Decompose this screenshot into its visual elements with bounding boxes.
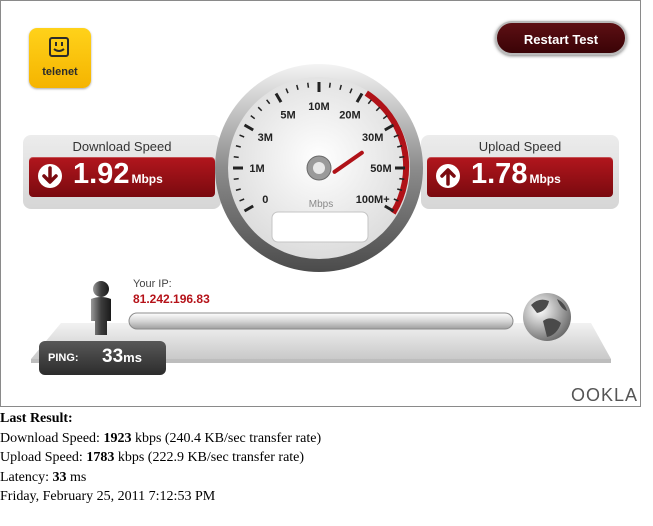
smiley-icon xyxy=(49,37,69,57)
tick-label: 20M xyxy=(339,109,360,121)
download-speed-panel: Download Speed 1.92 Mbps xyxy=(23,135,221,209)
last-result-text: Last Result: Download Speed: 1923 kbps (… xyxy=(0,409,321,507)
ping-number: 33 xyxy=(102,346,124,367)
results-heading: Last Result: xyxy=(0,411,73,426)
restart-test-button[interactable]: Restart Test xyxy=(495,21,627,55)
ping-display: PING: 33ms xyxy=(39,341,166,375)
globe-icon xyxy=(523,293,571,341)
download-value-number: 1.92 xyxy=(73,158,130,190)
ping-unit: ms xyxy=(123,350,142,365)
upload-value-number: 1.78 xyxy=(471,158,528,190)
results-download: Download Speed: 1923 kbps (240.4 KB/sec … xyxy=(0,430,322,446)
upload-unit: Mbps xyxy=(529,172,561,186)
minor-tick xyxy=(307,82,310,88)
tick-label: 5M xyxy=(280,109,295,121)
ip-label: Your IP: xyxy=(133,278,172,290)
tick-label: 3M xyxy=(258,132,273,144)
tick-label: 0 xyxy=(262,194,268,206)
arrow-down-icon xyxy=(38,164,62,188)
tick-label: 100M+ xyxy=(356,194,390,206)
upload-speed-box: 1.78 Mbps xyxy=(427,157,613,197)
telenet-logo: telenet xyxy=(29,28,91,88)
progress-bar xyxy=(128,312,514,330)
upload-speed-panel: Upload Speed 1.78 Mbps xyxy=(421,135,619,209)
gauge-readout-box xyxy=(271,211,369,243)
minor-tick xyxy=(233,156,239,159)
ookla-logo: OOKLA xyxy=(571,385,639,405)
upload-speed-value: 1.78 Mbps xyxy=(471,158,561,191)
download-speed-box: 1.92 Mbps xyxy=(29,157,215,197)
minor-tick xyxy=(233,177,239,180)
upload-speed-title: Upload Speed xyxy=(478,139,562,154)
results-upload: Upload Speed: 1783 kbps (222.9 KB/sec tr… xyxy=(0,450,305,465)
minor-tick xyxy=(399,177,405,180)
speedtest-widget: telenet Restart Test Download Speed 1.92… xyxy=(0,0,641,407)
tick-label: 50M xyxy=(370,163,391,175)
results-timestamp: Friday, February 25, 2011 7:12:53 PM xyxy=(0,489,216,504)
tick-label: 10M xyxy=(308,101,329,113)
download-speed-title: Download Speed xyxy=(72,139,172,154)
speed-gauge: 0 1M 3M 5M 10M 20M30M 50M 100M+ Mbps xyxy=(215,64,423,272)
tick-label: 1M xyxy=(249,163,264,175)
ping-value: 33ms xyxy=(102,346,142,368)
minor-tick xyxy=(399,156,405,159)
minor-tick xyxy=(328,82,331,88)
ping-label: PING: xyxy=(48,352,79,364)
download-speed-value: 1.92 Mbps xyxy=(73,158,163,191)
tick-label: 30M xyxy=(362,132,383,144)
results-latency: Latency: 33 ms xyxy=(0,469,87,485)
ip-address: 81.242.196.83 xyxy=(133,292,210,306)
gauge-unit: Mbps xyxy=(309,199,333,210)
arrow-up-icon xyxy=(436,164,460,188)
download-unit: Mbps xyxy=(131,172,163,186)
logo-text: telenet xyxy=(42,66,78,78)
